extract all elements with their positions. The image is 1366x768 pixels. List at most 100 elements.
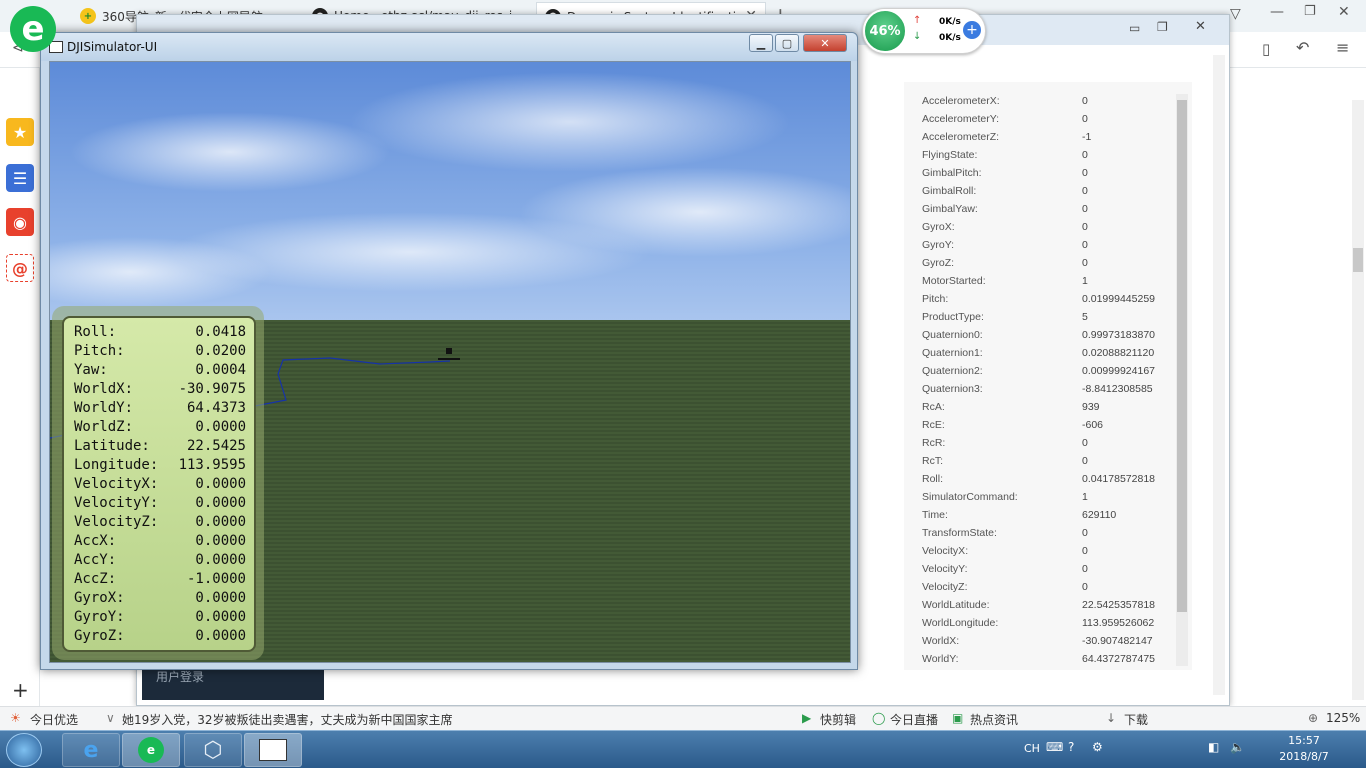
restore-icon[interactable]: ❐ (1157, 20, 1168, 34)
table-row: AccelerometerZ: -1 (904, 128, 1174, 146)
memory-gauge[interactable]: 46% (863, 9, 907, 53)
hud-row: VelocityY: 0.0000 (74, 495, 246, 514)
maximize-button[interactable]: ▢ (775, 34, 799, 52)
ie-taskbar-icon[interactable]: e (62, 733, 120, 767)
plus-icon[interactable]: + (963, 21, 981, 39)
help-icon[interactable]: ? (1068, 740, 1074, 754)
right-scrollbar[interactable] (1352, 100, 1364, 700)
table-row: FlyingState: 0 (904, 146, 1174, 164)
hud-value: -1.0000 (186, 571, 246, 587)
keyboard-icon[interactable]: ⌨ (1046, 740, 1063, 754)
table-row: VelocityX: 0 (904, 542, 1174, 560)
close-icon[interactable]: ✕ (1195, 19, 1206, 34)
zoom-level[interactable]: 125% (1326, 711, 1360, 725)
360-icon: + (80, 8, 96, 24)
hud-row: AccY: 0.0000 (74, 552, 246, 571)
row-key: Time: (922, 509, 948, 521)
network-speed-widget[interactable]: 46% ↑ ↓ 0K/s 0K/s + (862, 8, 986, 54)
news-ticker[interactable]: 她19岁入党，32岁被叛徒出卖遇害，丈夫成为新中国国家主席 (122, 711, 453, 728)
download-link[interactable]: 下载 (1124, 711, 1148, 728)
row-value: 939 (1082, 401, 1100, 413)
row-key: RcA: (922, 401, 945, 413)
row-value: 0 (1082, 239, 1088, 251)
news-icon[interactable]: ☰ (6, 164, 34, 192)
favorites-icon[interactable]: ★ (6, 118, 34, 146)
table-row: Quaternion0: 0.99973183870 (904, 326, 1174, 344)
hud-row: Pitch: 0.0200 (74, 343, 246, 362)
simulator-window: DJISimulator-UI ▁ ▢ ✕ Roll: 0.0418 Pitch: 0… (40, 32, 858, 670)
table-row: VelocityZ: 0 (904, 578, 1174, 596)
page-scrollbar[interactable] (1213, 55, 1225, 695)
shirt-icon[interactable]: ▽ (1230, 6, 1241, 22)
table-row: GimbalRoll: 0 (904, 182, 1174, 200)
hud-value: 0.0000 (195, 419, 246, 435)
row-key: GimbalRoll: (922, 185, 977, 197)
3d-viewport[interactable]: Roll: 0.0418 Pitch: 0.0200 Yaw: 0.0004 WorldX:… (49, 61, 851, 663)
hud-label: GyroZ: (74, 628, 125, 644)
row-key: AccelerometerY: (922, 113, 1000, 125)
minimize-icon[interactable]: ▭ (1129, 21, 1140, 35)
360-browser-taskbar-icon[interactable]: e (122, 733, 180, 767)
download-speed: 0K/s (939, 33, 961, 43)
row-value: 0.00999924167 (1082, 365, 1155, 377)
row-value: 64.4372787475 (1082, 653, 1155, 665)
scrollbar-thumb[interactable] (1353, 248, 1363, 272)
row-key: WorldY: (922, 653, 959, 665)
undo-icon[interactable]: ↶ (1296, 38, 1309, 57)
zoom-icon[interactable]: ⊕ (1308, 711, 1318, 725)
drone-marker[interactable] (438, 348, 460, 360)
close-button[interactable]: ✕ (803, 34, 847, 52)
close-icon[interactable]: ✕ (1338, 4, 1350, 20)
live-link[interactable]: 今日直播 (890, 711, 938, 728)
mobile-icon[interactable]: ▯ (1262, 40, 1270, 58)
row-value: -8.8412308585 (1082, 383, 1153, 395)
restore-icon[interactable]: ❐ (1304, 4, 1316, 19)
minimize-icon[interactable]: — (1270, 4, 1284, 20)
network-icon[interactable]: ◧ (1208, 740, 1219, 754)
hud-label: VelocityZ: (74, 514, 159, 530)
clock[interactable]: 15:57 2018/8/7 (1264, 733, 1344, 765)
simulator-titlebar[interactable]: DJISimulator-UI ▁ ▢ ✕ (41, 33, 857, 61)
settings-icon[interactable]: ⚙ (1092, 740, 1103, 754)
row-value: 0 (1082, 545, 1088, 557)
row-key: ProductType: (922, 311, 984, 323)
scrollbar-thumb[interactable] (1177, 100, 1187, 612)
volume-icon[interactable]: 🔈 (1230, 740, 1245, 754)
row-key: GimbalPitch: (922, 167, 982, 179)
hud-value: 0.0000 (195, 552, 246, 568)
row-value: 0.01999445259 (1082, 293, 1155, 305)
mail-icon[interactable]: @ (6, 254, 34, 282)
language-indicator[interactable]: CH (1024, 742, 1040, 755)
row-key: Quaternion2: (922, 365, 983, 377)
download-icon[interactable]: ↓ (1106, 711, 1116, 725)
table-scrollbar[interactable] (1176, 94, 1188, 666)
hud-label: WorldY: (74, 400, 134, 416)
row-key: WorldLatitude: (922, 599, 990, 611)
hot-news-link[interactable]: 热点资讯 (970, 711, 1018, 728)
row-key: GyroX: (922, 221, 955, 233)
minimize-button[interactable]: ▁ (749, 34, 773, 52)
hud-label: WorldX: (74, 381, 134, 397)
daily-picks[interactable]: 今日优选 (30, 711, 78, 728)
hud-row: WorldZ: 0.0000 (74, 419, 246, 438)
table-row: RcA: 939 (904, 398, 1174, 416)
menu-icon[interactable]: ≡ (1336, 38, 1349, 57)
simulator-taskbar-icon[interactable] (244, 733, 302, 767)
video-edit-link[interactable]: 快剪辑 (820, 711, 856, 728)
table-row: Time: 629110 (904, 506, 1174, 524)
table-row: GyroZ: 0 (904, 254, 1174, 272)
chevron-down-icon[interactable]: ∨ (106, 711, 115, 725)
row-key: MotorStarted: (922, 275, 986, 287)
add-icon[interactable]: + (12, 678, 29, 702)
row-value: 0 (1082, 563, 1088, 575)
login-label[interactable]: 用户登录 (156, 668, 204, 685)
start-button[interactable] (6, 733, 42, 767)
hud-label: AccX: (74, 533, 117, 549)
hud-label: AccZ: (74, 571, 117, 587)
weibo-icon[interactable]: ◉ (6, 208, 34, 236)
browser-logo[interactable]: e (10, 6, 56, 52)
hud-row: WorldY: 64.4373 (74, 400, 246, 419)
unity-taskbar-icon[interactable]: ⬡ (184, 733, 242, 767)
table-row: WorldLatitude: 22.5425357818 (904, 596, 1174, 614)
table-row: ProductType: 5 (904, 308, 1174, 326)
